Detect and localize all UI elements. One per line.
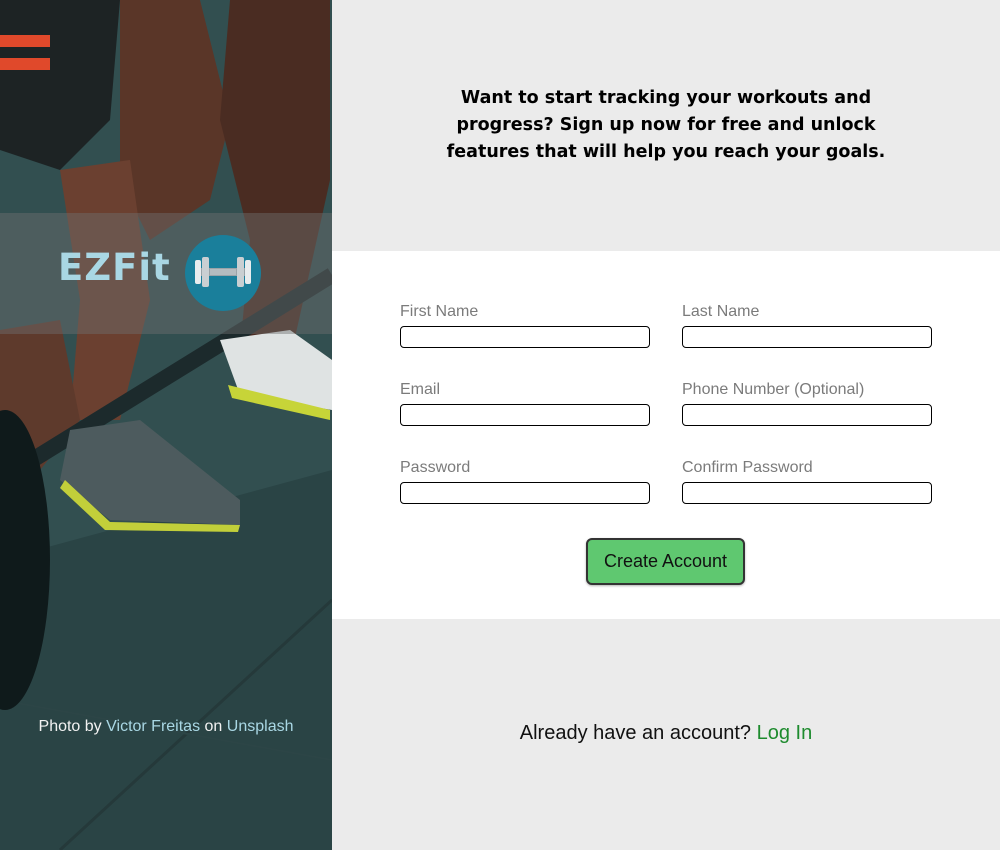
last-name-group: Last Name	[682, 303, 934, 348]
phone-label: Phone Number (Optional)	[682, 381, 865, 398]
password-group: Password	[400, 459, 652, 504]
brand-logo	[185, 235, 261, 311]
create-account-button[interactable]: Create Account	[586, 538, 745, 585]
photo-credit: Photo by Victor Freitas on Unsplash	[0, 718, 332, 736]
email-group: Email	[400, 381, 652, 426]
photographer-link[interactable]: Victor Freitas	[106, 718, 200, 735]
phone-group: Phone Number (Optional)	[682, 381, 934, 426]
unsplash-link[interactable]: Unsplash	[227, 718, 294, 735]
confirm-password-group: Confirm Password	[682, 459, 934, 504]
dumbbell-icon	[195, 257, 251, 287]
password-input[interactable]	[400, 482, 650, 504]
phone-input[interactable]	[682, 404, 932, 426]
email-input[interactable]	[400, 404, 650, 426]
credit-prefix: Photo by	[38, 718, 102, 735]
confirm-password-input[interactable]	[682, 482, 932, 504]
login-prompt: Already have an account? Log In	[332, 722, 1000, 745]
first-name-label: First Name	[400, 303, 479, 320]
login-prompt-text: Already have an account?	[519, 722, 752, 744]
brand-name: EZFit	[58, 246, 171, 289]
email-label: Email	[400, 381, 441, 398]
last-name-input[interactable]	[682, 326, 932, 348]
confirm-password-label: Confirm Password	[682, 459, 813, 476]
login-link[interactable]: Log In	[757, 722, 813, 744]
credit-middle: on	[204, 718, 223, 735]
last-name-label: Last Name	[682, 303, 760, 320]
first-name-group: First Name	[400, 303, 652, 348]
hero-photo-panel: EZFit Photo by Victor Freitas on Unsplas…	[0, 0, 332, 850]
signup-form: First Name Last Name Email Phone Number …	[332, 251, 1000, 619]
login-section: Already have an account? Log In	[332, 619, 1000, 850]
intro-section: Want to start tracking your workouts and…	[332, 0, 1000, 251]
first-name-input[interactable]	[400, 326, 650, 348]
intro-text: Want to start tracking your workouts and…	[446, 88, 886, 162]
password-label: Password	[400, 459, 471, 476]
